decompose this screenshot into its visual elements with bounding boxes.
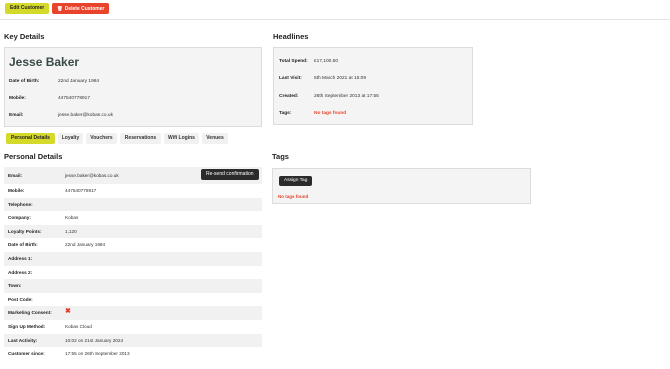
kd-email-label: Email: [9, 113, 24, 118]
pd-signup-method-label: Sign Up Method: [8, 323, 46, 329]
table-row: Telephone: [4, 197, 262, 212]
delete-customer-label: Delete Customer [64, 6, 105, 12]
pd-email-value: jesse.baker@kobas.co.uk [65, 173, 119, 178]
kd-dob-value: 22nd January 1984 [58, 79, 100, 84]
key-details-panel: Jesse Baker Date of Birth: 22nd January … [4, 47, 262, 127]
pd-mobile-label: Mobile: [8, 188, 25, 193]
pd-company-label: Company: [8, 215, 31, 221]
pd-town-label: Town: [8, 283, 22, 289]
tab-loyalty[interactable]: Loyalty [58, 133, 83, 144]
no-tags-message: No tags found [278, 194, 309, 199]
edit-customer-button[interactable]: Edit Customer [5, 3, 50, 14]
personal-details-heading: Personal Details [4, 152, 63, 161]
pd-customer-since-value: 17:55 on 26th September 2013 [65, 351, 130, 357]
pd-customer-since-label: Customer since: [8, 351, 45, 357]
table-row: Date of Birth: 22nd January 1984 [4, 238, 262, 252]
table-row: Marketing Consent: ✖ [4, 306, 262, 320]
pd-mobile-value: 447540778917 [65, 188, 97, 193]
tab-reservations[interactable]: Reservations [120, 133, 161, 144]
cross-icon: ✖ [65, 308, 71, 316]
kd-email-value: jesse.baker@kobas.co.uk [58, 113, 113, 118]
resend-confirmation-button[interactable]: Re-send confirmation [201, 169, 259, 180]
hl-tags-label: Tags: [279, 111, 292, 116]
pd-email-label: Email: [8, 173, 23, 178]
table-row: Address 2: [4, 266, 262, 280]
customer-name: Jesse Baker [9, 55, 80, 69]
pd-address2-label: Address 2: [8, 269, 33, 275]
hl-last-visit-label: Last Visit: [279, 76, 302, 81]
table-row: Town: [4, 279, 262, 293]
personal-details-table: Email: jesse.baker@kobas.co.uk Re-send c… [4, 167, 262, 361]
key-details-heading: Key Details [4, 32, 45, 41]
kd-mobile-value: 447540778917 [58, 96, 91, 101]
hl-tags-value: No tags found [314, 111, 347, 116]
tab-wifi-logins[interactable]: Wifi Logins [164, 133, 199, 144]
pd-postcode-label: Post Code: [8, 296, 33, 302]
pd-last-activity-value: 10:02 on 21st January 2024 [65, 337, 124, 343]
pd-loyalty-points-value: 1,120 [65, 228, 77, 234]
pd-telephone-label: Telephone: [8, 201, 33, 207]
tab-venues[interactable]: Venues [202, 133, 228, 144]
hl-total-spend-value: £17,100.50 [314, 59, 339, 64]
assign-tag-button[interactable]: Assign Tag [279, 176, 313, 186]
tags-heading: Tags [272, 152, 289, 161]
table-row: Company: Kobas [4, 211, 262, 225]
table-row: Email: jesse.baker@kobas.co.uk Re-send c… [4, 167, 262, 184]
tab-vouchers[interactable]: Vouchers [86, 133, 117, 144]
table-row: Loyalty Points: 1,120 [4, 224, 262, 239]
hl-last-visit-value: 5th March 2021 at 15:09 [314, 76, 367, 81]
kd-dob-label: Date of Birth: [9, 79, 40, 84]
hl-total-spend-label: Total Spend: [279, 59, 308, 64]
table-row: Last Activity: 10:02 on 21st January 202… [4, 333, 262, 348]
pd-dob-label: Date of Birth: [8, 242, 38, 248]
pd-last-activity-label: Last Activity: [8, 337, 38, 343]
kd-mobile-label: Mobile: [9, 96, 26, 101]
pd-address1-label: Address 1: [8, 255, 33, 261]
tags-panel: Assign Tag No tags found [272, 168, 531, 204]
trash-icon: 🗑 [57, 6, 63, 11]
headlines-heading: Headlines [273, 32, 309, 41]
tab-personal-details[interactable]: Personal Details [6, 133, 55, 144]
table-row: Sign Up Method: Kobas Cloud [4, 320, 262, 334]
headlines-panel: Total Spend: £17,100.50 Last Visit: 5th … [273, 47, 473, 125]
pd-loyalty-points-label: Loyalty Points: [8, 228, 42, 234]
delete-customer-button[interactable]: 🗑 Delete Customer [52, 3, 110, 14]
hl-created-value: 26th September 2013 at 17:55 [314, 94, 379, 99]
table-row: Address 1: [4, 251, 262, 266]
pd-marketing-consent-label: Marketing Consent: [8, 310, 52, 316]
action-bar: Edit Customer 🗑 Delete Customer [0, 0, 670, 20]
table-row: Customer since: 17:55 on 26th September … [4, 347, 262, 361]
table-row: Post Code: [4, 293, 262, 307]
pd-company-value: Kobas [65, 215, 79, 221]
pd-signup-method-value: Kobas Cloud [65, 323, 92, 329]
hl-created-label: Created: [279, 94, 299, 99]
pd-dob-value: 22nd January 1984 [65, 242, 106, 248]
table-row: Mobile: 447540778917 [4, 184, 262, 198]
